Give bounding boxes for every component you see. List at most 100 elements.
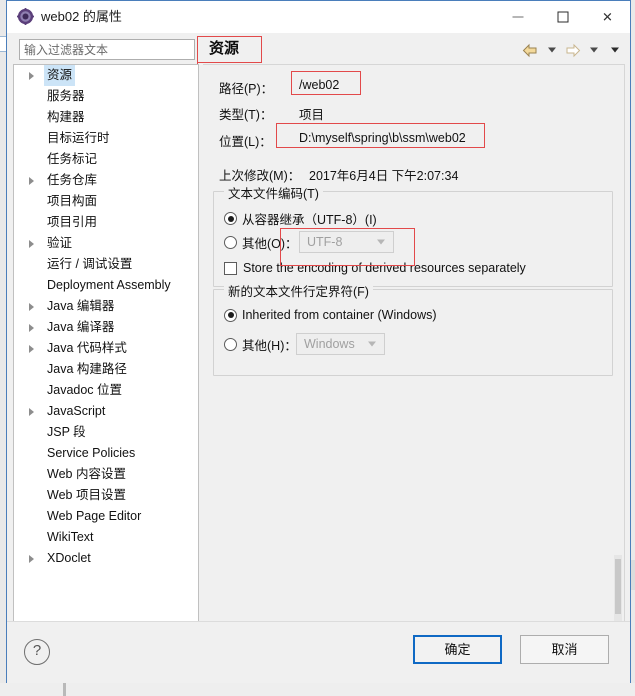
tree-item[interactable]: 项目引用 bbox=[14, 212, 198, 233]
chevron-down-icon bbox=[547, 47, 556, 53]
chevron-right-icon[interactable] bbox=[29, 554, 34, 563]
tree-item-label: WikiText bbox=[47, 530, 94, 544]
store-derived-checkbox-row[interactable]: Store the encoding of derived resources … bbox=[224, 261, 526, 275]
encoding-combo[interactable]: UTF-8 bbox=[299, 231, 394, 253]
location-value: D:\myself\spring\b\ssm\web02 bbox=[299, 131, 466, 145]
tree-item[interactable]: 项目构面 bbox=[14, 191, 198, 212]
delimiter-other-label: 其他(H)： bbox=[242, 339, 297, 353]
delimiter-other-radio-row[interactable]: 其他(H)： bbox=[224, 335, 297, 354]
dialog-body: 资源 bbox=[7, 33, 630, 683]
tree-item[interactable]: Java 构建路径 bbox=[14, 359, 198, 380]
tree-item-label: JavaScript bbox=[47, 404, 106, 418]
line-delimiter-group: 新的文本文件行定界符(F) Inherited from container (… bbox=[213, 281, 613, 376]
encoding-other-radio[interactable] bbox=[224, 236, 237, 249]
tree-item-label: Java 编译器 bbox=[47, 320, 115, 334]
tree-item[interactable]: Java 编辑器 bbox=[14, 296, 198, 317]
minimize-button[interactable] bbox=[495, 1, 540, 32]
tree-item-label: 目标运行时 bbox=[47, 131, 110, 145]
delimiter-inherit-label: Inherited from container (Windows) bbox=[242, 308, 437, 322]
back-history-dropdown[interactable] bbox=[542, 41, 561, 60]
tree-item[interactable]: WikiText bbox=[14, 527, 198, 548]
store-derived-label: Store the encoding of derived resources … bbox=[243, 261, 526, 275]
view-menu-button[interactable] bbox=[605, 41, 624, 60]
tree-item-label: JSP 段 bbox=[47, 425, 86, 439]
tree-item[interactable]: JavaScript bbox=[14, 401, 198, 422]
encoding-combo-value: UTF-8 bbox=[307, 235, 343, 249]
last-modified-label: 上次修改(M)： bbox=[219, 169, 301, 183]
store-derived-checkbox[interactable] bbox=[224, 261, 237, 275]
tree-item[interactable]: Web Page Editor bbox=[14, 506, 198, 527]
chevron-right-icon[interactable] bbox=[29, 344, 34, 353]
tree-item-label: 项目构面 bbox=[47, 194, 98, 208]
desktop-bottom-edge bbox=[0, 683, 635, 696]
tree-item[interactable]: Web 项目设置 bbox=[14, 485, 198, 506]
encoding-inherit-radio[interactable] bbox=[224, 212, 237, 225]
resource-page: 路径(P)： /web02 类型(T)： 项目 位置(L)： D:\myself… bbox=[203, 64, 625, 637]
tree-item[interactable]: 任务仓库 bbox=[14, 170, 198, 191]
tree-item-label: 资源 bbox=[44, 65, 76, 86]
tree-item[interactable]: 任务标记 bbox=[14, 149, 198, 170]
dialog-footer: ? 确定 取消 bbox=[7, 621, 630, 683]
chevron-right-icon[interactable] bbox=[29, 71, 34, 80]
chevron-down-icon bbox=[368, 341, 376, 347]
tree-item[interactable]: Java 编译器 bbox=[14, 317, 198, 338]
close-button[interactable]: ✕ bbox=[585, 1, 630, 32]
tree-item[interactable]: Service Policies bbox=[14, 443, 198, 464]
cancel-button[interactable]: 取消 bbox=[520, 635, 609, 664]
encoding-other-label: 其他(O)： bbox=[242, 237, 298, 251]
forward-button[interactable] bbox=[563, 41, 582, 60]
tree-item-label: 任务标记 bbox=[47, 152, 98, 166]
chevron-right-icon[interactable] bbox=[29, 407, 34, 416]
preference-tree[interactable]: 资源服务器构建器目标运行时任务标记任务仓库项目构面项目引用验证运行 / 调试设置… bbox=[14, 65, 198, 636]
title-bar: web02 的属性 ✕ bbox=[7, 1, 630, 33]
tree-item-label: 服务器 bbox=[47, 89, 85, 103]
forward-history-dropdown[interactable] bbox=[584, 41, 603, 60]
tree-item[interactable]: 运行 / 调试设置 bbox=[14, 254, 198, 275]
tree-item[interactable]: 资源 bbox=[14, 65, 198, 86]
delimiter-inherit-radio-row[interactable]: Inherited from container (Windows) bbox=[224, 308, 437, 322]
tree-item-label: Java 编辑器 bbox=[47, 299, 115, 313]
tree-item-label: Deployment Assembly bbox=[47, 278, 171, 292]
path-value: /web02 bbox=[299, 78, 340, 92]
tree-item[interactable]: XDoclet bbox=[14, 548, 198, 569]
tree-item[interactable]: 验证 bbox=[14, 233, 198, 254]
tree-item-label: Web 项目设置 bbox=[47, 488, 126, 502]
tree-item[interactable]: Java 代码样式 bbox=[14, 338, 198, 359]
tree-item[interactable]: Javadoc 位置 bbox=[14, 380, 198, 401]
tree-item[interactable]: Deployment Assembly bbox=[14, 275, 198, 296]
delimiter-inherit-radio[interactable] bbox=[224, 308, 237, 322]
window-title: web02 的属性 bbox=[41, 9, 122, 24]
back-arrow-icon bbox=[522, 43, 537, 57]
text-file-encoding-group: 文本文件编码(T) 从容器继承（UTF-8）(I) 其他(O)： UTF-8 S… bbox=[213, 183, 613, 287]
tree-item[interactable]: Web 内容设置 bbox=[14, 464, 198, 485]
encoding-inherit-label: 从容器继承（UTF-8）(I) bbox=[242, 213, 377, 227]
tree-item-label: 运行 / 调试设置 bbox=[47, 257, 133, 271]
tree-item[interactable]: 目标运行时 bbox=[14, 128, 198, 149]
tree-item[interactable]: 服务器 bbox=[14, 86, 198, 107]
chevron-right-icon[interactable] bbox=[29, 302, 34, 311]
chevron-down-icon bbox=[610, 47, 619, 53]
tree-item[interactable]: 构建器 bbox=[14, 107, 198, 128]
filter-input[interactable] bbox=[19, 39, 195, 60]
back-button[interactable] bbox=[521, 41, 540, 60]
preference-tree-pane[interactable]: 资源服务器构建器目标运行时任务标记任务仓库项目构面项目引用验证运行 / 调试设置… bbox=[13, 64, 199, 637]
maximize-button[interactable] bbox=[540, 1, 585, 32]
tree-item[interactable]: JSP 段 bbox=[14, 422, 198, 443]
encoding-inherit-radio-row[interactable]: 从容器继承（UTF-8）(I) bbox=[224, 209, 377, 228]
encoding-other-radio-row[interactable]: 其他(O)： bbox=[224, 233, 298, 252]
dialog-split: 资源服务器构建器目标运行时任务标记任务仓库项目构面项目引用验证运行 / 调试设置… bbox=[13, 64, 625, 637]
content-vertical-scroll-thumb[interactable] bbox=[615, 559, 621, 614]
tree-item-label: 任务仓库 bbox=[47, 173, 98, 187]
help-icon[interactable]: ? bbox=[24, 639, 50, 665]
tree-item-label: 项目引用 bbox=[47, 215, 98, 229]
type-value: 项目 bbox=[299, 108, 325, 122]
delimiter-combo-value: Windows bbox=[304, 337, 355, 351]
chevron-right-icon[interactable] bbox=[29, 323, 34, 332]
delimiter-combo[interactable]: Windows bbox=[296, 333, 385, 355]
last-modified-value: 2017年6月4日 下午2:07:34 bbox=[309, 169, 459, 183]
page-title: 资源 bbox=[209, 40, 240, 57]
chevron-right-icon[interactable] bbox=[29, 176, 34, 185]
ok-button[interactable]: 确定 bbox=[413, 635, 502, 664]
chevron-right-icon[interactable] bbox=[29, 239, 34, 248]
delimiter-other-radio[interactable] bbox=[224, 338, 237, 351]
